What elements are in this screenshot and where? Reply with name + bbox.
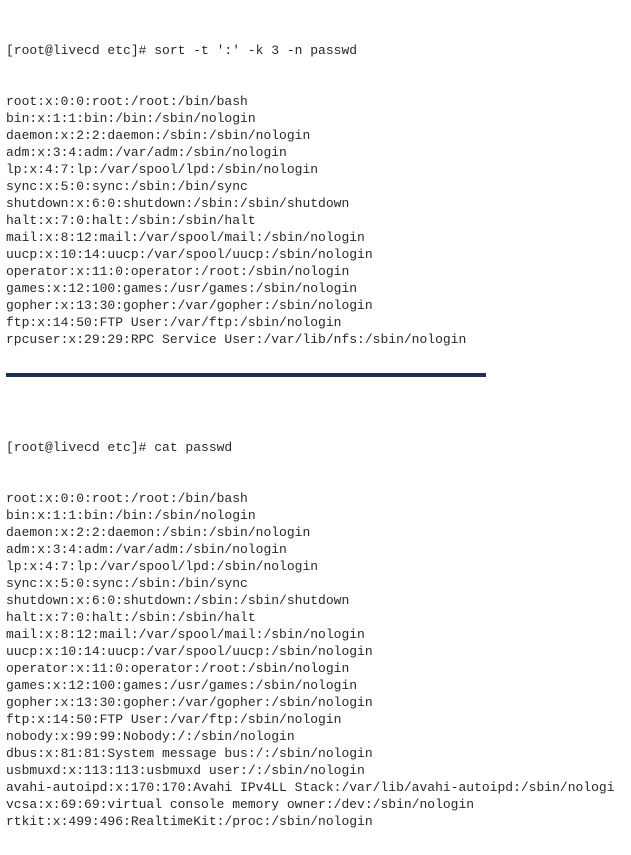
output-line: daemon:x:2:2:daemon:/sbin:/sbin/nologin xyxy=(6,524,625,541)
output-line: gopher:x:13:30:gopher:/var/gopher:/sbin/… xyxy=(6,297,625,314)
output-line: sync:x:5:0:sync:/sbin:/bin/sync xyxy=(6,575,625,592)
output-line: root:x:0:0:root:/root:/bin/bash xyxy=(6,490,625,507)
output-line: uucp:x:10:14:uucp:/var/spool/uucp:/sbin/… xyxy=(6,643,625,660)
output-line: lp:x:4:7:lp:/var/spool/lpd:/sbin/nologin xyxy=(6,558,625,575)
output-line: root:x:0:0:root:/root:/bin/bash xyxy=(6,93,625,110)
output-line: lp:x:4:7:lp:/var/spool/lpd:/sbin/nologin xyxy=(6,161,625,178)
output-lines: root:x:0:0:root:/root:/bin/bashbin:x:1:1… xyxy=(6,93,625,348)
prompt-line: [root@livecd etc]# cat passwd xyxy=(6,439,625,456)
output-line: halt:x:7:0:halt:/sbin:/sbin/halt xyxy=(6,212,625,229)
output-line: operator:x:11:0:operator:/root:/sbin/nol… xyxy=(6,660,625,677)
output-line: operator:x:11:0:operator:/root:/sbin/nol… xyxy=(6,263,625,280)
output-line: mail:x:8:12:mail:/var/spool/mail:/sbin/n… xyxy=(6,229,625,246)
output-line: gopher:x:13:30:gopher:/var/gopher:/sbin/… xyxy=(6,694,625,711)
output-line: adm:x:3:4:adm:/var/adm:/sbin/nologin xyxy=(6,144,625,161)
terminal-bottom: [root@livecd etc]# cat passwd root:x:0:0… xyxy=(6,405,625,847)
output-line: games:x:12:100:games:/usr/games:/sbin/no… xyxy=(6,280,625,297)
output-line: bin:x:1:1:bin:/bin:/sbin/nologin xyxy=(6,110,625,127)
output-line: bin:x:1:1:bin:/bin:/sbin/nologin xyxy=(6,507,625,524)
output-line: shutdown:x:6:0:shutdown:/sbin:/sbin/shut… xyxy=(6,195,625,212)
output-line: avahi-autoipd:x:170:170:Avahi IPv4LL Sta… xyxy=(6,779,625,796)
output-line: vcsa:x:69:69:virtual console memory owne… xyxy=(6,796,625,813)
output-line: sync:x:5:0:sync:/sbin:/bin/sync xyxy=(6,178,625,195)
terminal-top: [root@livecd etc]# sort -t ':' -k 3 -n p… xyxy=(6,8,625,365)
output-line: nobody:x:99:99:Nobody:/:/sbin/nologin xyxy=(6,728,625,745)
output-line: ftp:x:14:50:FTP User:/var/ftp:/sbin/nolo… xyxy=(6,711,625,728)
output-line: uucp:x:10:14:uucp:/var/spool/uucp:/sbin/… xyxy=(6,246,625,263)
output-line: ftp:x:14:50:FTP User:/var/ftp:/sbin/nolo… xyxy=(6,314,625,331)
output-line: shutdown:x:6:0:shutdown:/sbin:/sbin/shut… xyxy=(6,592,625,609)
output-line: halt:x:7:0:halt:/sbin:/sbin/halt xyxy=(6,609,625,626)
output-line: dbus:x:81:81:System message bus:/:/sbin/… xyxy=(6,745,625,762)
prompt-line: [root@livecd etc]# sort -t ':' -k 3 -n p… xyxy=(6,42,625,59)
output-lines: root:x:0:0:root:/root:/bin/bashbin:x:1:1… xyxy=(6,490,625,830)
output-line: rpcuser:x:29:29:RPC Service User:/var/li… xyxy=(6,331,625,348)
output-line: mail:x:8:12:mail:/var/spool/mail:/sbin/n… xyxy=(6,626,625,643)
section-divider xyxy=(6,373,486,377)
output-line: games:x:12:100:games:/usr/games:/sbin/no… xyxy=(6,677,625,694)
output-line: usbmuxd:x:113:113:usbmuxd user:/:/sbin/n… xyxy=(6,762,625,779)
output-line: rtkit:x:499:496:RealtimeKit:/proc:/sbin/… xyxy=(6,813,625,830)
output-line: adm:x:3:4:adm:/var/adm:/sbin/nologin xyxy=(6,541,625,558)
output-line: daemon:x:2:2:daemon:/sbin:/sbin/nologin xyxy=(6,127,625,144)
